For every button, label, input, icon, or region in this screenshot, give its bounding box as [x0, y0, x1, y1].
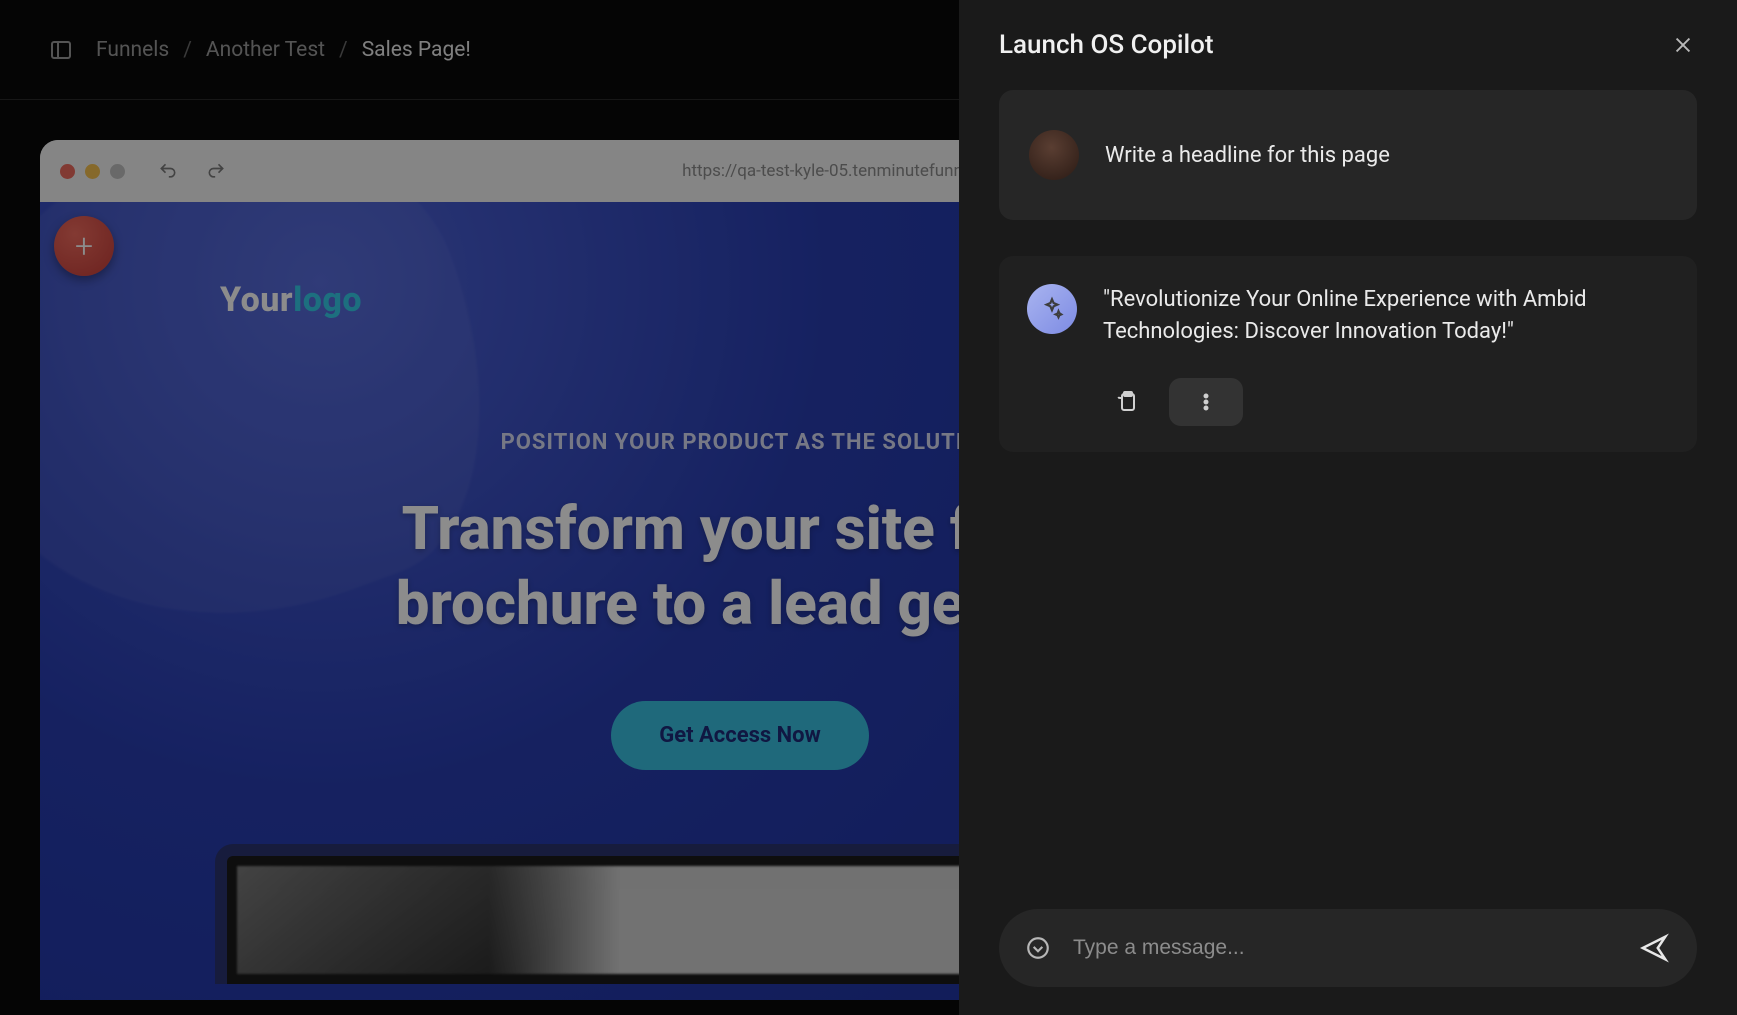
ai-message-text: "Revolutionize Your Online Experience wi… [1103, 284, 1669, 348]
close-button[interactable] [1669, 31, 1697, 59]
more-actions-button[interactable] [1169, 378, 1243, 426]
ai-avatar [1027, 284, 1077, 334]
user-avatar [1029, 130, 1079, 180]
user-message: Write a headline for this page [999, 90, 1697, 220]
send-button[interactable] [1635, 929, 1673, 967]
copilot-title: Launch OS Copilot [999, 30, 1214, 60]
ai-message: "Revolutionize Your Online Experience wi… [999, 256, 1697, 452]
user-message-text: Write a headline for this page [1105, 143, 1390, 168]
ai-message-actions [1103, 378, 1669, 426]
copilot-input-row [999, 909, 1697, 987]
copy-button[interactable] [1103, 378, 1151, 426]
copilot-messages: Write a headline for this page "Revoluti… [999, 90, 1697, 909]
input-options-button[interactable] [1023, 933, 1053, 963]
copilot-input[interactable] [1073, 936, 1615, 960]
copilot-header: Launch OS Copilot [999, 30, 1697, 60]
copilot-panel: Launch OS Copilot Write a headline for t… [959, 0, 1737, 1015]
ai-message-body: "Revolutionize Your Online Experience wi… [1103, 284, 1669, 426]
